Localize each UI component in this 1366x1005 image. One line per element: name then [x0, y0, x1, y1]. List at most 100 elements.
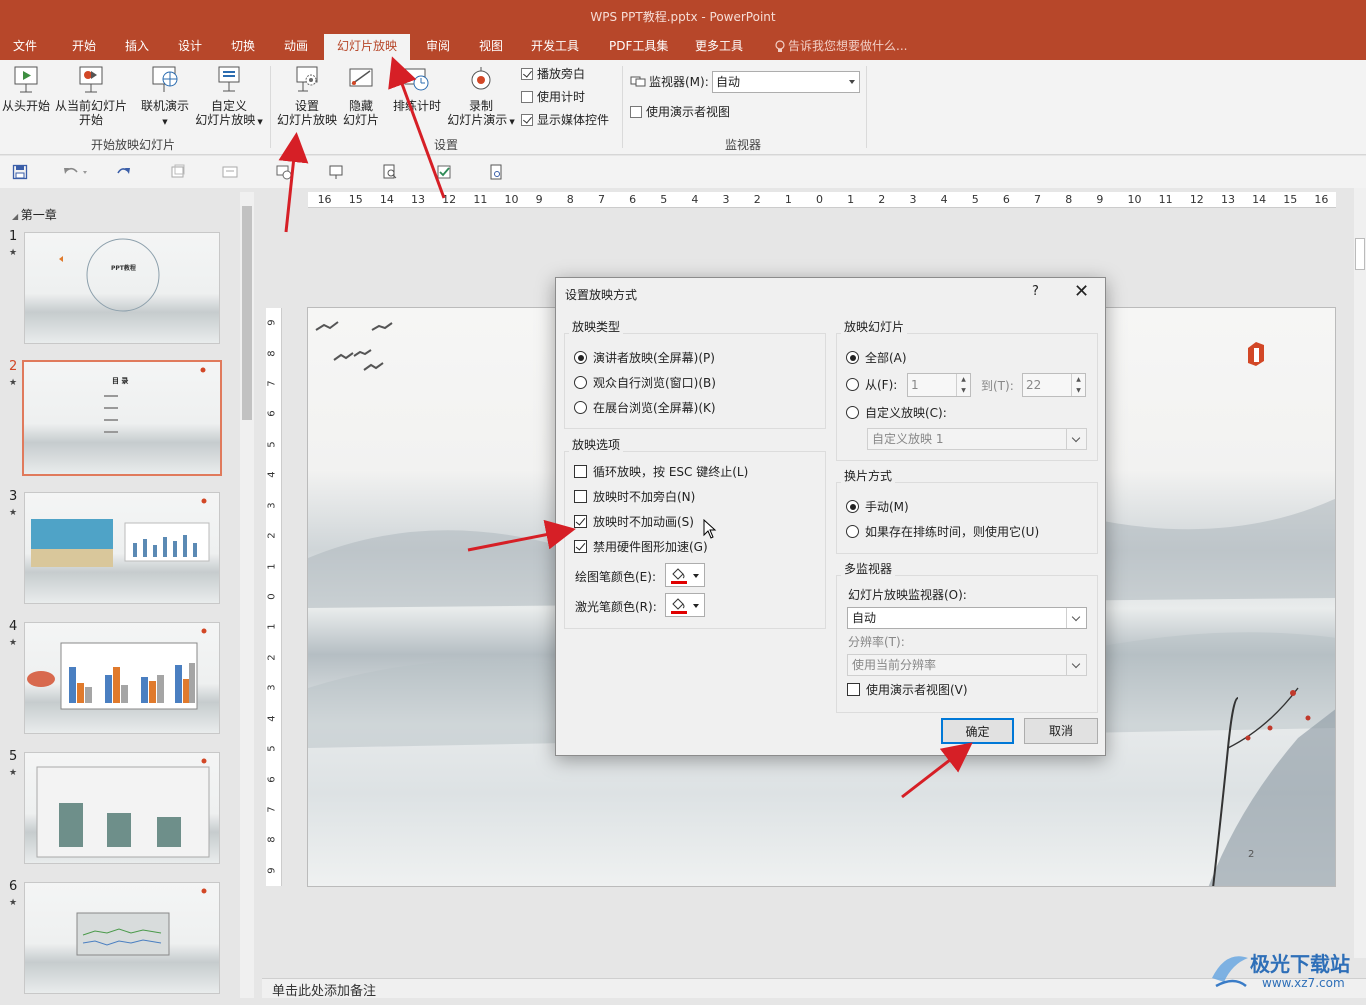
no-animation-checkbox[interactable]: 放映时不加动画(S) [574, 515, 694, 529]
monitor-select[interactable]: 自动 [712, 71, 860, 93]
slideshow-monitor-select[interactable]: 自动 [847, 607, 1087, 629]
spin-down-icon[interactable]: ▼ [1071, 385, 1085, 396]
window-title: WPS PPT教程.pptx - PowerPoint [590, 10, 776, 24]
custom-show-select[interactable]: 自定义放映 1 [867, 428, 1087, 450]
ruler-tick-label: 4 [266, 714, 278, 722]
ruler-tick-label: 0 [816, 193, 823, 206]
presenter-fullscreen-label: 演讲者放映(全屏幕)(P) [593, 351, 715, 365]
notes-pane[interactable]: 单击此处添加备注 [262, 978, 1366, 999]
save-icon[interactable] [12, 164, 28, 180]
chevron-down-icon [693, 604, 699, 608]
chapter-label: 第一章 [20, 208, 57, 222]
present-icon[interactable] [276, 164, 292, 180]
chevron-down-icon [1066, 429, 1086, 449]
menu-transitions[interactable]: 切换 [231, 34, 257, 60]
editor-scrollbar[interactable] [1354, 188, 1366, 958]
no-narration-checkbox[interactable]: 放映时不加旁白(N) [574, 490, 695, 504]
spin-down-icon[interactable]: ▼ [956, 385, 970, 396]
play-narration-checkbox[interactable]: 播放旁白 [521, 67, 585, 81]
new-slide-icon[interactable] [170, 164, 186, 180]
spin-up-icon[interactable]: ▲ [1071, 374, 1085, 385]
cancel-button[interactable]: 取消 [1024, 718, 1098, 744]
preview-icon[interactable] [382, 164, 398, 180]
show-options-label: 放映选项 [569, 436, 624, 453]
menu-review[interactable]: 审阅 [426, 34, 452, 60]
slide-thumbnail-6[interactable] [24, 882, 220, 994]
ruler-tick-label: 6 [266, 775, 278, 783]
all-slides-radio[interactable]: 全部(A) [846, 351, 907, 365]
resolution-label: 分辨率(T): [848, 635, 905, 649]
manual-advance-radio[interactable]: 手动(M) [846, 500, 909, 514]
menu-slideshow[interactable]: 幻灯片放映 [324, 34, 410, 60]
spin-up-icon[interactable]: ▲ [956, 374, 970, 385]
monitor-label: 监视器(M): [630, 75, 709, 89]
online-present-button[interactable]: 联机演示 ▼ [138, 64, 192, 129]
slide-thumbnail-2[interactable]: 目 录 [22, 360, 222, 476]
rehearse-timings-button[interactable]: 排练计时 [390, 64, 444, 113]
slide-thumbnail-1[interactable]: PPT教程 [24, 232, 220, 344]
radio-selected-icon [846, 351, 859, 364]
to-spinner[interactable]: 22 ▲ ▼ [1022, 373, 1086, 397]
presenter-fullscreen-radio[interactable]: 演讲者放映(全屏幕)(P) [574, 351, 715, 365]
menu-insert[interactable]: 插入 [125, 34, 151, 60]
kiosk-fullscreen-radio[interactable]: 在展台浏览(全屏幕)(K) [574, 401, 716, 415]
chapter-section[interactable]: ◢ 第一章 [12, 206, 57, 223]
ok-button[interactable]: 确定 [941, 718, 1014, 744]
presenter-view-checkbox[interactable]: 使用演示者视图 [630, 105, 730, 119]
ruler-tick-label: 6 [1002, 193, 1010, 206]
start-group-label: 开始放映幻灯片 [91, 138, 176, 152]
from-current-button[interactable]: 从当前幻灯片 开始 [54, 64, 128, 127]
menu-developer[interactable]: 开发工具 [531, 34, 581, 60]
menu-view[interactable]: 视图 [479, 34, 505, 60]
slide-number: 5 [9, 749, 18, 764]
close-icon[interactable]: ✕ [1074, 283, 1089, 301]
document-icon[interactable] [488, 164, 504, 180]
loop-checkbox[interactable]: 循环放映，按 ESC 键终止(L) [574, 465, 748, 479]
layout-icon[interactable] [222, 164, 238, 180]
menu-home[interactable]: 开始 [72, 34, 98, 60]
use-timings-radio[interactable]: 如果存在排练时间，则使用它(U) [846, 525, 1039, 539]
rehearse-timings-icon [404, 68, 429, 91]
menu-more-tools[interactable]: 更多工具 [695, 34, 745, 60]
help-button[interactable]: ? [1032, 284, 1039, 299]
redo-icon[interactable] [116, 164, 132, 180]
scrollbar-thumb[interactable] [242, 206, 252, 420]
tell-me-box[interactable]: 告诉我您想要做什么... [775, 34, 907, 58]
check-icon[interactable] [436, 164, 452, 180]
slide-thumbnail-4[interactable] [24, 622, 220, 734]
thumbnail-scrollbar[interactable] [240, 192, 254, 998]
disable-hw-accel-checkbox[interactable]: 禁用硬件图形加速(G) [574, 540, 708, 554]
setup-slideshow-button[interactable]: 设置 幻灯片放映 [276, 64, 338, 127]
custom-show-button[interactable]: 自定义 幻灯片放映 ▼ [194, 64, 264, 129]
slide-thumbnail-3[interactable] [24, 492, 220, 604]
ruler-tick-label: 11 [473, 193, 488, 206]
from-spinner[interactable]: 1 ▲ ▼ [907, 373, 971, 397]
custom-show-label-1: 自定义 [210, 99, 247, 113]
custom-show-radio[interactable]: 自定义放映(C): [846, 406, 947, 420]
menu-pdf-tools[interactable]: PDF工具集 [609, 34, 669, 60]
menu-file[interactable]: 文件 [13, 34, 39, 60]
laser-color-picker[interactable] [665, 593, 705, 617]
slide-thumbnail-5[interactable] [24, 752, 220, 864]
pen-color-picker[interactable] [665, 563, 705, 587]
undo-icon[interactable] [62, 164, 88, 180]
show-media-controls-checkbox[interactable]: 显示媒体控件 [521, 113, 609, 127]
hide-slide-button[interactable]: 隐藏 幻灯片 [340, 64, 382, 127]
use-timings-checkbox[interactable]: 使用计时 [521, 90, 585, 104]
pen-color-label: 绘图笔颜色(E): [575, 570, 656, 584]
from-value: 1 [911, 378, 919, 392]
lightbulb-icon [775, 40, 785, 52]
setup-group-label: 设置 [434, 138, 459, 152]
resolution-select[interactable]: 使用当前分辨率 [847, 654, 1087, 676]
audience-window-radio[interactable]: 观众自行浏览(窗口)(B) [574, 376, 716, 390]
dialog-presenter-view-checkbox[interactable]: 使用演示者视图(V) [847, 683, 968, 697]
from-slides-radio[interactable]: 从(F): [846, 378, 897, 392]
record-slideshow-button[interactable]: 录制 幻灯片演示 ▼ [446, 64, 516, 129]
menu-animations[interactable]: 动画 [284, 34, 310, 60]
menu-design[interactable]: 设计 [178, 34, 204, 60]
laser-color-swatch [671, 611, 687, 614]
scrollbar-thumb[interactable] [1355, 238, 1365, 270]
from-beginning-button[interactable]: 从头开始 [2, 64, 50, 113]
slideshow-icon[interactable] [328, 164, 344, 180]
ribbon-separator [622, 66, 623, 148]
